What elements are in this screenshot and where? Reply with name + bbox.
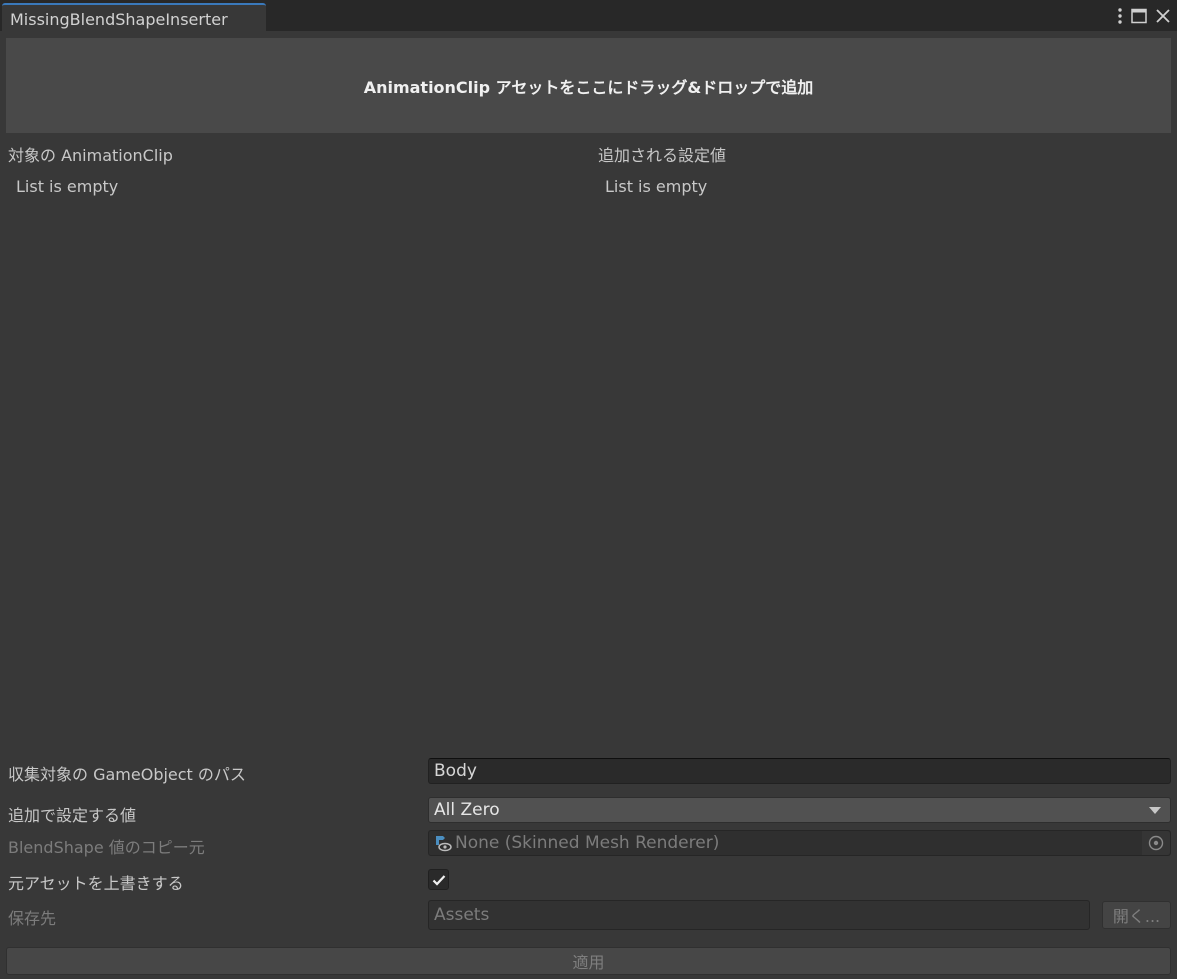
additional-value-selected: All Zero [434, 800, 500, 820]
window-controls [1117, 5, 1171, 27]
target-clips-empty-text: List is empty [16, 177, 119, 196]
added-values-header: 追加される設定値 [598, 146, 727, 165]
blendshape-source-label: BlendShape 値のコピー元 [8, 838, 205, 857]
kebab-menu-icon[interactable] [1117, 7, 1123, 25]
added-values-empty-text: List is empty [605, 177, 708, 196]
additional-value-label: 追加で設定する値 [8, 806, 137, 825]
window-tab[interactable]: MissingBlendShapeInserter [2, 3, 266, 31]
open-folder-button[interactable]: 開く... [1102, 901, 1171, 929]
overwrite-label: 元アセットを上書きする [8, 874, 184, 893]
skinned-mesh-renderer-icon [434, 834, 452, 852]
checkmark-icon [432, 874, 445, 886]
gameobject-path-value: Body [434, 761, 477, 781]
gameobject-path-input[interactable]: Body [428, 758, 1171, 784]
blendshape-source-value: None (Skinned Mesh Renderer) [455, 833, 720, 853]
object-picker-icon[interactable] [1142, 831, 1170, 855]
apply-button[interactable]: 適用 [6, 947, 1171, 975]
blendshape-source-object-field[interactable]: None (Skinned Mesh Renderer) [428, 830, 1171, 856]
animationclip-dropzone[interactable]: AnimationClip アセットをここにドラッグ&ドロップで追加 [6, 38, 1171, 133]
gameobject-path-label: 収集対象の GameObject のパス [8, 765, 246, 784]
close-icon[interactable] [1155, 8, 1171, 24]
overwrite-checkbox[interactable] [428, 869, 449, 890]
title-bar: MissingBlendShapeInserter [0, 0, 1177, 31]
save-to-placeholder: Assets [434, 905, 490, 925]
dropzone-label: AnimationClip アセットをここにドラッグ&ドロップで追加 [363, 77, 814, 97]
chevron-down-icon [1149, 807, 1161, 814]
window-tab-title: MissingBlendShapeInserter [10, 10, 228, 29]
save-to-label: 保存先 [8, 909, 57, 928]
maximize-icon[interactable] [1131, 8, 1147, 24]
target-clips-header: 対象の AnimationClip [8, 146, 173, 165]
save-to-input[interactable]: Assets [428, 900, 1090, 930]
additional-value-dropdown[interactable]: All Zero [428, 797, 1171, 823]
